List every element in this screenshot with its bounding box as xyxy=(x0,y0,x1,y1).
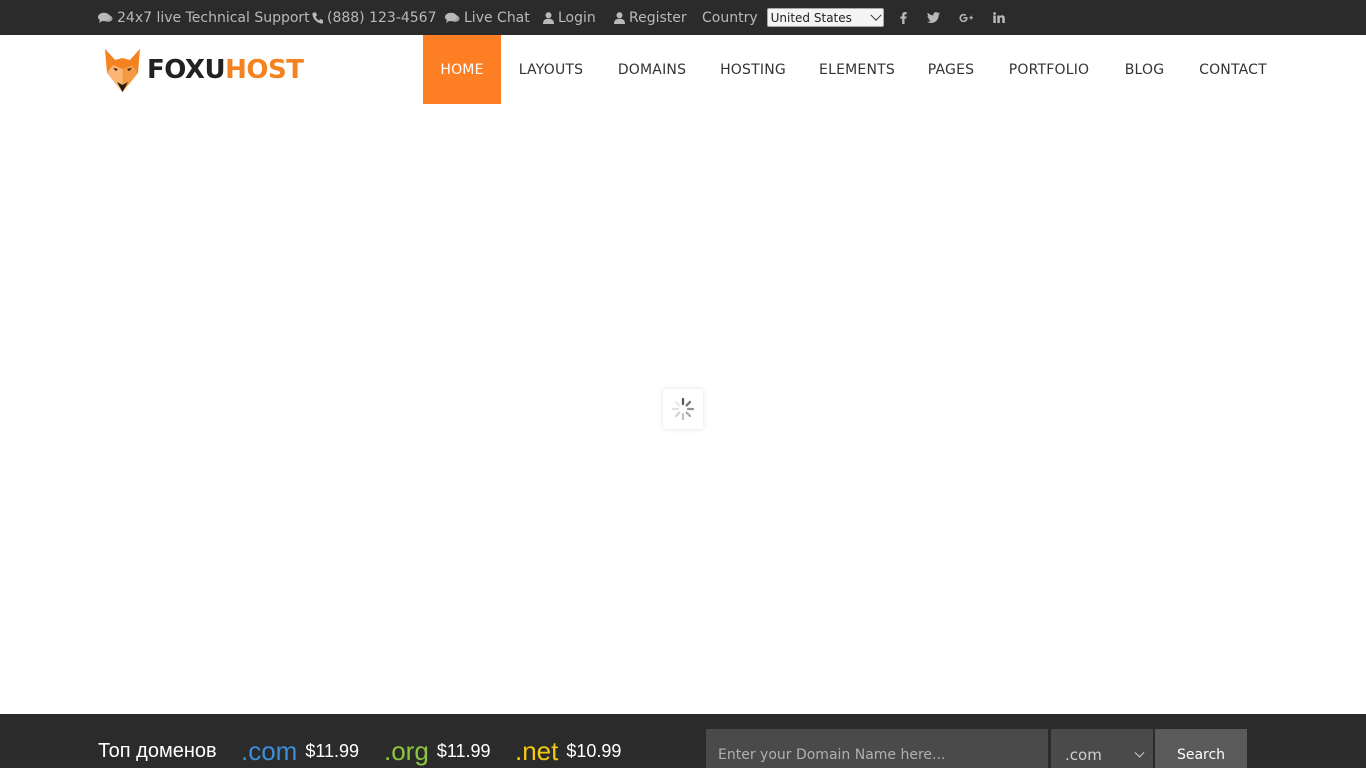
nav-label: HOME xyxy=(440,61,484,78)
chevron-down-icon xyxy=(1134,747,1145,758)
fox-logo-icon xyxy=(105,49,140,92)
domain-price-org: .org $11.99 xyxy=(384,734,491,768)
site-logo[interactable]: FOXUHOST xyxy=(104,47,304,93)
login-text: Login xyxy=(558,9,596,26)
domain-ext: .com xyxy=(241,735,298,766)
loading-spinner xyxy=(663,389,703,429)
phone-text: (888) 123-4567 xyxy=(327,9,437,26)
nav-label: DOMAINS xyxy=(617,61,687,78)
register-link[interactable]: Register xyxy=(614,0,687,35)
domain-price-com: .com $11.99 xyxy=(241,734,359,768)
nav-item-domains[interactable]: DOMAINS xyxy=(601,35,703,104)
domain-price-net: .net $10.99 xyxy=(515,734,621,768)
domain-input-placeholder: Enter your Domain Name here... xyxy=(718,747,946,763)
nav-item-layouts[interactable]: LAYOUTS xyxy=(501,35,601,104)
domain-search-bar: Топ доменов .com $11.99 .org $11.99 .net… xyxy=(0,714,1366,768)
country-selector: Country United States xyxy=(702,0,884,35)
top-bar: 24x7 live Technical Support (888) 123-45… xyxy=(0,0,1366,35)
linkedin-icon[interactable] xyxy=(989,0,1009,35)
search-button-label: Search xyxy=(1176,747,1226,763)
domain-ext: .net xyxy=(515,735,559,766)
nav-label: BLOG xyxy=(1124,61,1165,78)
support-link[interactable]: 24x7 live Technical Support xyxy=(98,0,310,35)
logo-wordmark: FOXUHOST xyxy=(147,55,304,85)
country-select[interactable]: United States xyxy=(766,8,884,27)
chevron-down-icon xyxy=(869,9,882,21)
nav-item-elements[interactable]: ELEMENTS xyxy=(803,35,911,104)
facebook-icon[interactable] xyxy=(893,0,913,35)
domain-ext: .org xyxy=(384,735,429,766)
nav-label: HOSTING xyxy=(720,61,786,78)
nav-item-pages[interactable]: PAGES xyxy=(911,35,991,104)
site-header: FOXUHOST HOME LAYOUTS DOMAINS HOSTING EL… xyxy=(0,35,1366,104)
user-icon xyxy=(614,11,625,24)
nav-label: PAGES xyxy=(927,61,975,78)
nav-label: ELEMENTS xyxy=(819,61,895,78)
domain-price: $11.99 xyxy=(305,740,360,761)
nav-item-home[interactable]: HOME xyxy=(423,35,501,104)
chat-icon xyxy=(445,12,460,24)
user-icon xyxy=(543,11,554,24)
top-domains-title: Топ доменов xyxy=(98,739,217,762)
register-text: Register xyxy=(629,9,687,26)
domain-price: $10.99 xyxy=(566,740,622,761)
login-link[interactable]: Login xyxy=(543,0,596,35)
nav-item-contact[interactable]: CONTACT xyxy=(1182,35,1284,104)
nav-item-blog[interactable]: BLOG xyxy=(1107,35,1182,104)
twitter-icon[interactable] xyxy=(923,0,943,35)
country-label: Country xyxy=(702,9,758,26)
domain-select-value: .com xyxy=(1065,746,1102,764)
nav-label: LAYOUTS xyxy=(518,61,584,78)
google-plus-icon[interactable] xyxy=(956,0,976,35)
phone-link[interactable]: (888) 123-4567 xyxy=(312,0,437,35)
nav-label: CONTACT xyxy=(1199,61,1267,78)
chat-icon xyxy=(98,12,113,24)
logo-text-host: HOST xyxy=(225,55,304,85)
support-text: 24x7 live Technical Support xyxy=(117,9,310,26)
logo-text-foxu: FOXU xyxy=(147,55,226,85)
main-content xyxy=(0,104,1366,714)
spinner-icon xyxy=(671,397,695,421)
domain-search-button[interactable]: Search xyxy=(1155,729,1247,768)
country-selected-value: United States xyxy=(770,10,852,25)
nav-item-hosting[interactable]: HOSTING xyxy=(703,35,803,104)
domain-price: $11.99 xyxy=(436,740,491,761)
live-chat-link[interactable]: Live Chat xyxy=(445,0,530,35)
nav-label: PORTFOLIO xyxy=(1008,61,1090,78)
nav-item-portfolio[interactable]: PORTFOLIO xyxy=(991,35,1107,104)
phone-icon xyxy=(312,12,323,24)
domain-extension-select[interactable]: .com xyxy=(1051,729,1153,768)
live-chat-text: Live Chat xyxy=(464,9,530,26)
domain-name-input[interactable]: Enter your Domain Name here... xyxy=(706,729,1048,768)
